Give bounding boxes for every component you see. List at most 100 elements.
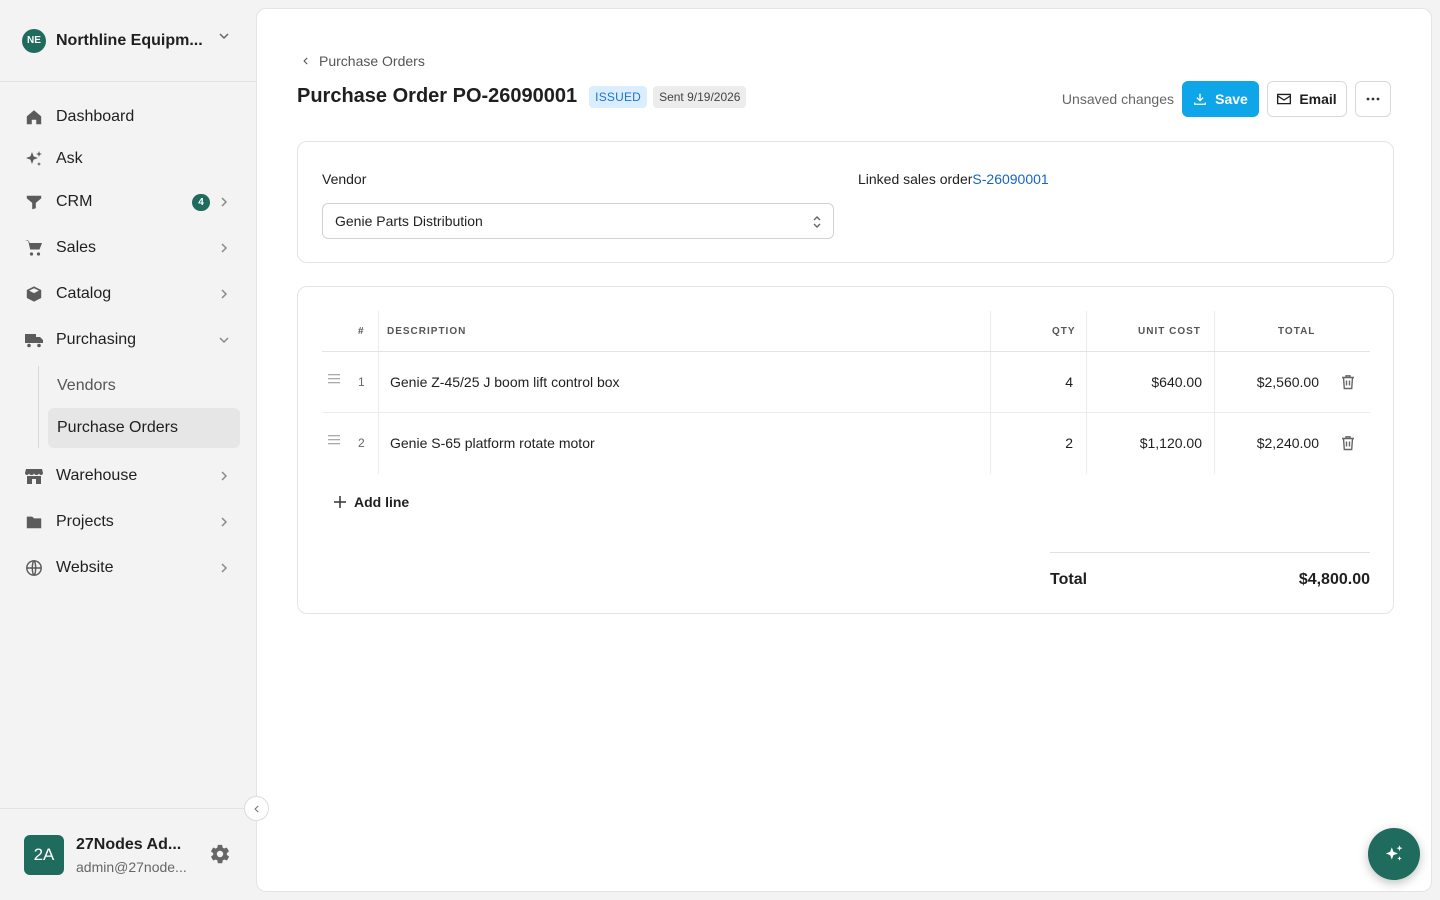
row-number: 2	[358, 436, 365, 450]
sparkles-icon	[24, 149, 44, 169]
vendor-value: Genie Parts Distribution	[335, 213, 483, 229]
table-row: 1 Genie Z-45/25 J boom lift control box …	[322, 352, 1370, 413]
chevron-down-icon	[219, 337, 229, 344]
breadcrumb-link[interactable]: Purchase Orders	[319, 53, 425, 69]
drag-handle-icon[interactable]	[328, 374, 340, 384]
save-button[interactable]: Save	[1182, 81, 1259, 117]
trash-icon[interactable]	[1341, 435, 1355, 451]
email-button[interactable]: Email	[1267, 81, 1347, 117]
nav-item-website[interactable]: Website	[16, 548, 240, 588]
nav-item-catalog[interactable]: Catalog	[16, 274, 240, 314]
nav-label: Warehouse	[56, 467, 138, 484]
status-badge: ISSUED	[589, 85, 648, 108]
cube-icon	[24, 284, 44, 304]
nav-item-warehouse[interactable]: Warehouse	[16, 456, 240, 496]
total-label: Total	[1050, 571, 1088, 588]
sent-badge: Sent 9/19/2026	[653, 85, 747, 108]
store-icon	[24, 466, 44, 486]
purchasing-subnav: Vendors Purchase Orders	[38, 366, 240, 448]
sidebar: NE Northline Equipm... Dashboard Ask CRM…	[0, 0, 256, 900]
folder-icon	[24, 512, 44, 532]
add-line-label: Add line	[354, 494, 410, 510]
user-name: 27Nodes Ad...	[76, 836, 182, 853]
page-title: Purchase Order PO-26090001	[297, 85, 578, 107]
drag-handle-icon[interactable]	[328, 435, 340, 445]
cart-icon	[24, 238, 44, 258]
chevron-right-icon	[221, 289, 228, 299]
row-description[interactable]: Genie Z-45/25 J boom lift control box	[390, 374, 620, 390]
linked-sales-order: Linked sales orderS-26090001	[858, 171, 1049, 187]
nav-item-sales[interactable]: Sales	[16, 228, 240, 268]
nav-label: Projects	[56, 513, 114, 530]
row-unit-cost[interactable]: $640.00	[1151, 374, 1202, 390]
more-actions-button[interactable]	[1355, 81, 1391, 117]
header-total: TOTAL	[1278, 326, 1316, 337]
avatar: 2A	[24, 835, 64, 875]
nav-item-ask[interactable]: Ask	[16, 140, 240, 178]
row-number: 1	[358, 375, 365, 389]
chevron-right-icon	[221, 243, 228, 253]
linked-label: Linked sales order	[858, 171, 973, 187]
nav-label: Purchasing	[56, 331, 137, 348]
org-name: Northline Equipm...	[56, 31, 203, 49]
breadcrumb[interactable]: Purchase Orders	[301, 53, 425, 69]
total-value: $4,800.00	[1298, 571, 1370, 588]
main-content: Purchase Orders Purchase Order PO-260900…	[256, 8, 1432, 892]
nav-item-projects[interactable]: Projects	[16, 502, 240, 542]
org-avatar: NE	[22, 28, 46, 53]
home-icon	[24, 107, 44, 127]
user-profile[interactable]: 2A 27Nodes Ad... admin@27node...	[0, 808, 256, 900]
main-nav: Dashboard Ask CRM 4 Sales Catalog Purcha…	[16, 98, 240, 594]
plus-icon	[334, 496, 346, 508]
header-num: #	[358, 326, 365, 337]
line-items-card: # DESCRIPTION QTY UNIT COST TOTAL 1 Geni…	[297, 286, 1394, 614]
app-window: NE Northline Equipm... Dashboard Ask CRM…	[0, 0, 1440, 900]
row-unit-cost[interactable]: $1,120.00	[1140, 435, 1202, 451]
linked-sales-order-link[interactable]: S-26090001	[972, 171, 1048, 187]
chevron-right-icon	[221, 563, 228, 573]
save-label: Save	[1215, 91, 1248, 107]
sidebar-item-vendors[interactable]: Vendors	[48, 366, 240, 406]
chevron-left-icon	[303, 57, 308, 65]
nav-label: Catalog	[56, 285, 112, 302]
ai-assistant-button[interactable]	[1368, 828, 1420, 880]
title-row: Purchase Order PO-26090001 ISSUED Sent 9…	[297, 85, 747, 108]
nav-label: Ask	[56, 150, 83, 167]
org-switcher[interactable]: NE Northline Equipm...	[0, 0, 256, 82]
chevron-down-icon	[219, 33, 229, 40]
add-line-button[interactable]: Add line	[334, 494, 409, 510]
sidebar-collapse-button[interactable]	[244, 796, 269, 821]
gear-icon[interactable]	[209, 843, 231, 865]
nav-item-crm[interactable]: CRM 4	[16, 182, 240, 222]
crm-count-badge: 4	[192, 194, 210, 211]
trash-icon[interactable]	[1341, 374, 1355, 390]
header-actions: Unsaved changes Save Email	[1062, 81, 1391, 117]
nav-item-dashboard[interactable]: Dashboard	[16, 98, 240, 136]
nav-item-purchasing[interactable]: Purchasing	[16, 320, 240, 360]
row-description[interactable]: Genie S-65 platform rotate motor	[390, 435, 595, 451]
sparkles-icon	[1385, 845, 1403, 861]
table-row: 2 Genie S-65 platform rotate motor 2 $1,…	[322, 413, 1370, 474]
chevron-right-icon	[221, 471, 228, 481]
line-items-table: # DESCRIPTION QTY UNIT COST TOTAL 1 Geni…	[322, 311, 1370, 474]
user-email: admin@27node...	[76, 859, 187, 875]
order-total: Total $4,800.00	[1050, 552, 1370, 592]
row-qty[interactable]: 2	[1065, 435, 1073, 451]
nav-label: Dashboard	[56, 108, 135, 125]
chevron-right-icon	[221, 517, 228, 527]
unsaved-indicator: Unsaved changes	[1061, 91, 1174, 107]
table-header: # DESCRIPTION QTY UNIT COST TOTAL	[322, 311, 1370, 352]
nav-label: Website	[56, 559, 114, 576]
email-label: Email	[1299, 91, 1337, 107]
vendor-label: Vendor	[322, 171, 367, 187]
chevron-up-down-icon	[813, 216, 821, 228]
vendor-select[interactable]: Genie Parts Distribution	[322, 203, 834, 239]
header-unit-cost: UNIT COST	[1138, 326, 1201, 337]
row-total: $2,560.00	[1256, 374, 1319, 390]
header-qty: QTY	[1052, 326, 1076, 337]
funnel-icon	[24, 192, 44, 212]
chevron-left-icon	[253, 804, 259, 813]
row-qty[interactable]: 4	[1065, 374, 1073, 390]
globe-icon	[24, 558, 44, 578]
sidebar-item-purchase-orders[interactable]: Purchase Orders	[48, 408, 240, 448]
